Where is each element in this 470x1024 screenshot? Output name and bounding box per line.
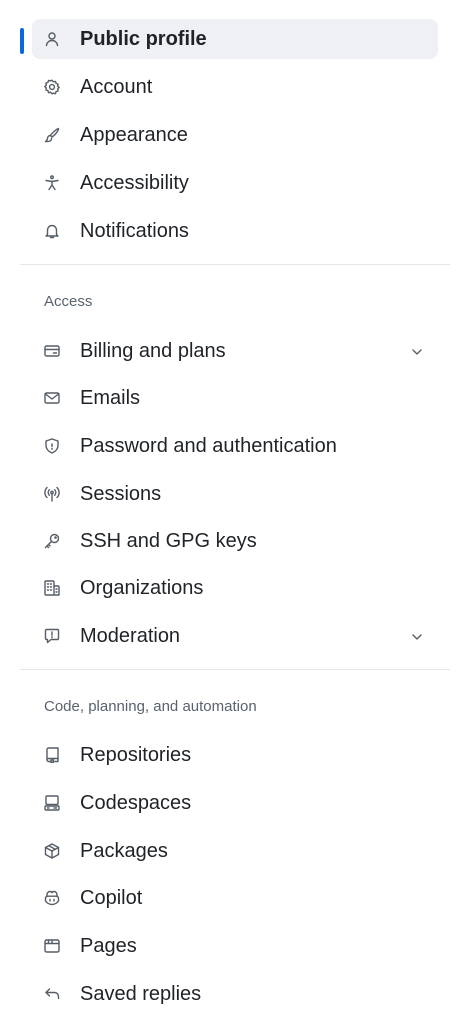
nav-item-saved-replies[interactable]: Saved replies xyxy=(32,974,438,1014)
nav-item-sessions[interactable]: Sessions xyxy=(32,474,438,514)
nav-item-label: Copilot xyxy=(80,887,143,909)
shield-lock-icon xyxy=(44,438,60,454)
nav-item-billing-and-plans[interactable]: Billing and plans xyxy=(32,331,438,371)
nav-item-label: Sessions xyxy=(80,483,162,505)
paintbrush-icon xyxy=(44,127,60,143)
nav-item-packages[interactable]: Packages xyxy=(32,831,438,871)
nav-item-copilot[interactable]: Copilot xyxy=(32,878,438,918)
person-icon xyxy=(44,31,60,47)
nav-item-repositories[interactable]: Repositories xyxy=(32,735,438,775)
nav-item-appearance[interactable]: Appearance xyxy=(32,115,438,155)
nav-item-label: Account xyxy=(80,76,153,98)
credit-card-icon xyxy=(44,343,60,359)
nav-item-accessibility[interactable]: Accessibility xyxy=(32,163,438,203)
nav-item-label: Packages xyxy=(80,840,168,862)
nav-item-label: Password and authentication xyxy=(80,435,337,457)
nav-item-codespaces[interactable]: Codespaces xyxy=(32,783,438,823)
report-icon xyxy=(44,628,60,644)
key-icon xyxy=(44,533,60,549)
nav-item-public-profile[interactable]: Public profile xyxy=(32,19,438,59)
copilot-icon xyxy=(44,890,60,906)
section-divider xyxy=(20,264,450,265)
nav-item-moderation[interactable]: Moderation xyxy=(32,616,438,656)
bell-icon xyxy=(44,223,60,239)
repo-icon xyxy=(44,747,60,763)
nav-item-emails[interactable]: Emails xyxy=(32,378,438,418)
codespaces-icon xyxy=(44,795,60,811)
nav-item-label: Appearance xyxy=(80,124,188,146)
gear-icon xyxy=(44,79,60,95)
accessibility-icon xyxy=(44,175,60,191)
nav-item-label: Notifications xyxy=(80,220,189,242)
nav-item-label: Repositories xyxy=(80,744,192,766)
section-heading-code-planning-automation: Code, planning, and automation xyxy=(44,698,257,715)
nav-item-label: Moderation xyxy=(80,625,181,647)
nav-item-label: Public profile xyxy=(80,28,207,50)
nav-item-label: Saved replies xyxy=(80,983,202,1005)
broadcast-icon xyxy=(44,486,60,502)
section-heading-access: Access xyxy=(44,293,93,310)
package-icon xyxy=(44,843,60,859)
section-divider xyxy=(20,669,450,670)
nav-item-label: Accessibility xyxy=(80,172,189,194)
chevron-down-icon[interactable] xyxy=(410,345,424,359)
nav-item-label: Emails xyxy=(80,387,141,409)
nav-item-ssh-and-gpg-keys[interactable]: SSH and GPG keys xyxy=(32,521,438,561)
reply-icon xyxy=(44,986,60,1002)
nav-item-label: Pages xyxy=(80,935,137,957)
nav-item-account[interactable]: Account xyxy=(32,67,438,107)
nav-item-label: Billing and plans xyxy=(80,340,226,362)
mail-icon xyxy=(44,390,60,406)
nav-item-label: Codespaces xyxy=(80,792,192,814)
nav-item-organizations[interactable]: Organizations xyxy=(32,568,438,608)
active-item-indicator xyxy=(20,28,24,54)
nav-item-password-and-authentication[interactable]: Password and authentication xyxy=(32,426,438,466)
organization-icon xyxy=(44,580,60,596)
browser-icon xyxy=(44,938,60,954)
nav-item-notifications[interactable]: Notifications xyxy=(32,211,438,251)
nav-item-label: Organizations xyxy=(80,577,204,599)
nav-item-pages[interactable]: Pages xyxy=(32,926,438,966)
nav-item-label: SSH and GPG keys xyxy=(80,530,257,552)
chevron-down-icon[interactable] xyxy=(410,630,424,644)
